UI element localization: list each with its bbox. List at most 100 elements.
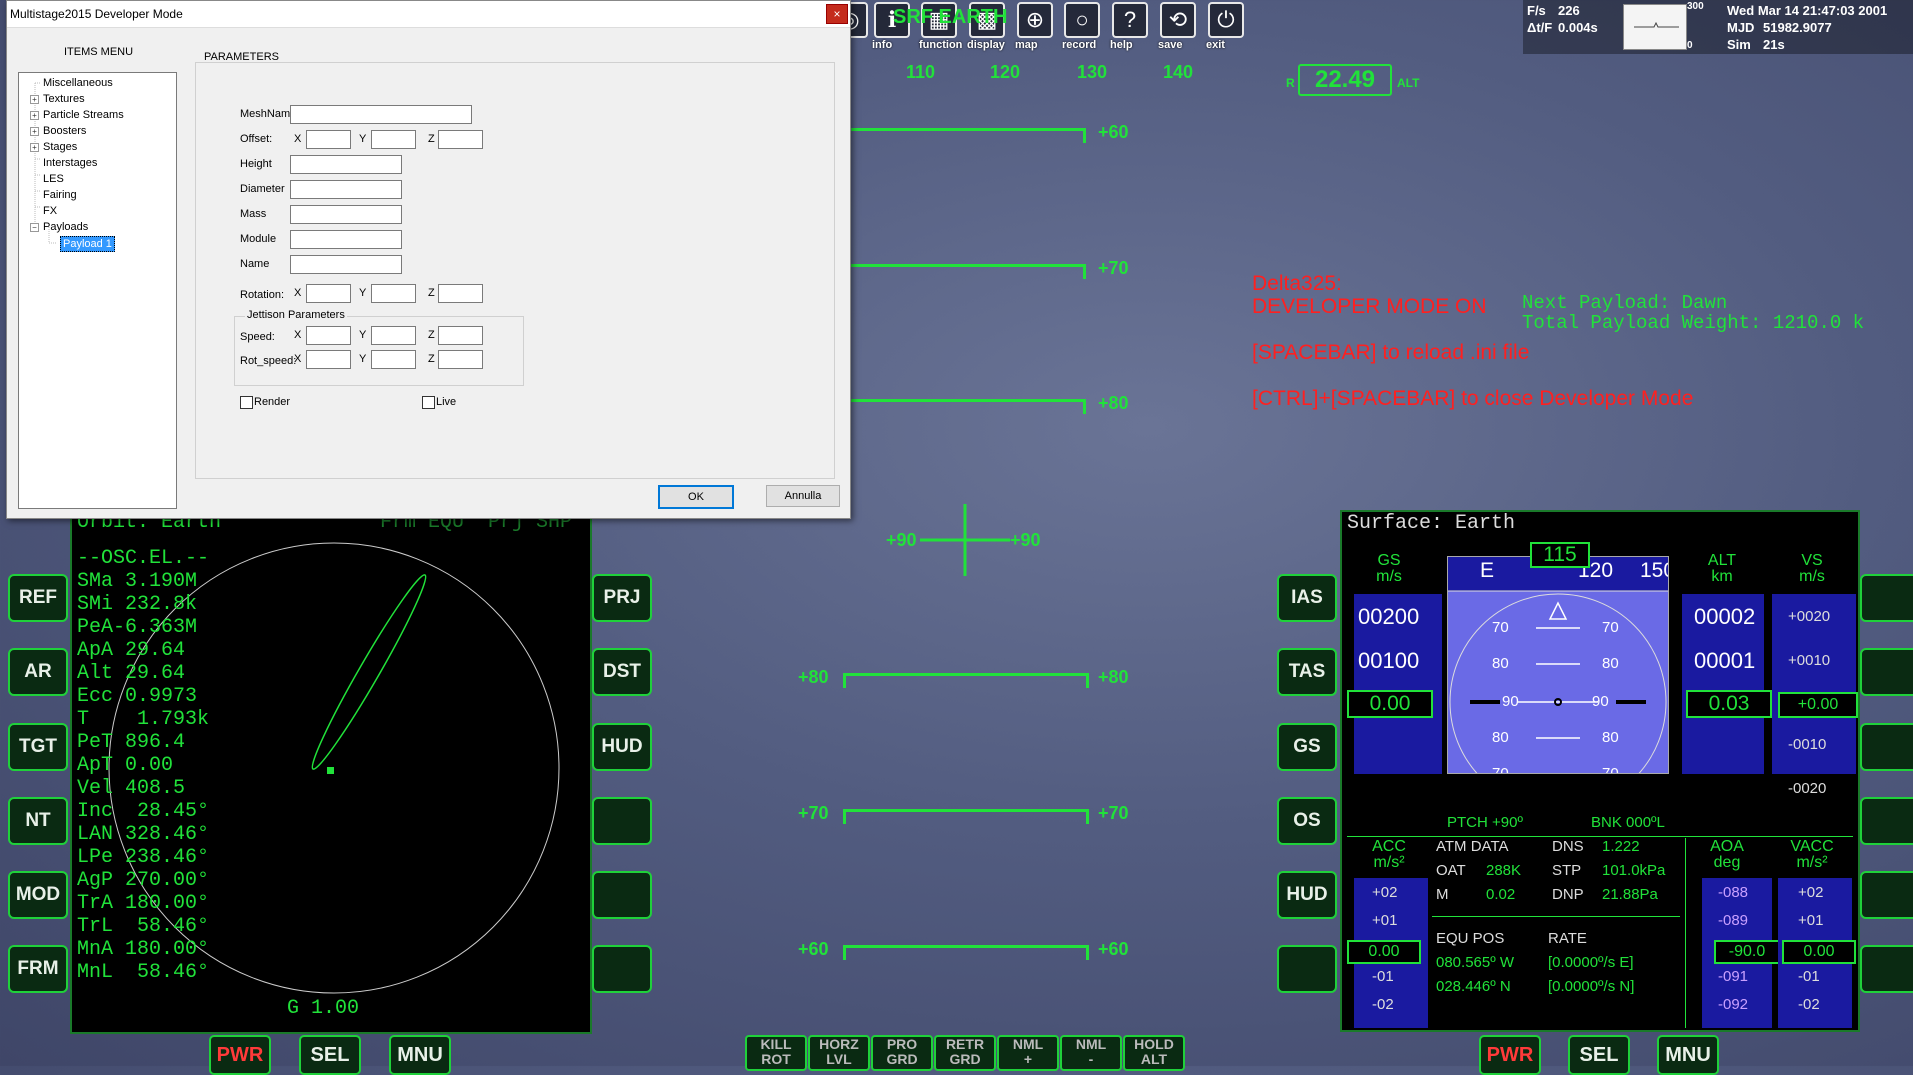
mfd-left-button[interactable]: TGT xyxy=(8,723,68,771)
tree-item-miscellaneous[interactable]: Miscellaneous xyxy=(43,77,113,89)
expand-icon[interactable]: + xyxy=(30,111,39,120)
orbit-footer: G 1.00 xyxy=(287,997,360,1020)
collapse-icon[interactable]: − xyxy=(30,223,39,232)
surface-mfd-display: Surface: Earth GS m/s 00200 00100 0.00 E… xyxy=(1340,510,1860,1032)
mass-label: Mass xyxy=(240,208,267,220)
rot-speed-y-input[interactable] xyxy=(371,350,416,369)
acc-value: 0.00 xyxy=(1347,940,1421,964)
mfd-right-button[interactable] xyxy=(1860,797,1913,845)
mfd-right-button[interactable]: HUD xyxy=(592,723,652,771)
diameter-input[interactable] xyxy=(290,180,402,199)
mfd-left-button[interactable]: FRM xyxy=(8,945,68,993)
mfd-left-button[interactable]: REF xyxy=(8,574,68,622)
live-checkbox[interactable] xyxy=(422,396,435,409)
mfd-menu-button[interactable]: MNU xyxy=(1657,1035,1719,1075)
height-input[interactable] xyxy=(290,155,402,174)
axis-z-label: Z xyxy=(428,287,435,299)
tree-item-fairing[interactable]: Fairing xyxy=(43,189,77,201)
mfd-left-button[interactable]: GS xyxy=(1277,723,1337,771)
vacc-tick: +02 xyxy=(1798,884,1824,901)
rotation-y-input[interactable] xyxy=(371,284,416,303)
expand-icon[interactable]: + xyxy=(30,95,39,104)
mjd-label: MJD xyxy=(1727,20,1755,35)
tree-item-particle-streams[interactable]: Particle Streams xyxy=(43,109,124,121)
tree-item-payload-1[interactable]: Payload 1 xyxy=(60,236,115,252)
module-input[interactable] xyxy=(290,230,402,249)
mfd-left-button[interactable]: HUD xyxy=(1277,871,1337,919)
rotation-z-input[interactable] xyxy=(438,284,483,303)
meshname-input[interactable] xyxy=(290,105,472,124)
reload-hint: [SPACEBAR] to reload .ini file xyxy=(1252,341,1530,364)
mfd-right-button[interactable] xyxy=(592,871,652,919)
live-label: Live xyxy=(436,396,457,408)
mfd-right-button[interactable] xyxy=(592,945,652,993)
mfd-left-button[interactable]: MOD xyxy=(8,871,68,919)
tree-item-fx[interactable]: FX xyxy=(43,205,57,217)
mfd-right-button[interactable] xyxy=(1860,648,1913,696)
mfd-select-button[interactable]: SEL xyxy=(299,1035,361,1075)
tree-item-stages[interactable]: Stages xyxy=(43,141,77,153)
mfd-left-button[interactable]: AR xyxy=(8,648,68,696)
attitude-graphics xyxy=(1448,590,1668,773)
divider xyxy=(1347,836,1853,837)
speed-z-input[interactable] xyxy=(438,326,483,345)
record-button[interactable]: ○ record xyxy=(1062,2,1102,51)
mass-input[interactable] xyxy=(290,205,402,224)
dialog-title-bar[interactable]: Multistage2015 Developer Mode × xyxy=(7,1,850,28)
render-checkbox[interactable] xyxy=(240,396,253,409)
mfd-power-button[interactable]: PWR xyxy=(1479,1035,1541,1075)
mfd-right-button[interactable]: PRJ xyxy=(592,574,652,622)
offset-z-input[interactable] xyxy=(438,130,483,149)
speed-x-input[interactable] xyxy=(306,326,351,345)
equ-pos-label: EQU POS xyxy=(1436,930,1505,947)
tree-item-textures[interactable]: Textures xyxy=(43,93,85,105)
expand-icon[interactable]: + xyxy=(30,143,39,152)
pitch-label: 70 xyxy=(1492,765,1509,774)
mfd-right-button[interactable] xyxy=(1860,945,1913,993)
help-button[interactable]: ? help xyxy=(1110,2,1150,51)
mfd-right-button[interactable] xyxy=(1860,574,1913,622)
expand-icon[interactable]: + xyxy=(30,127,39,136)
hud-alt-label: ALT xyxy=(1397,76,1420,90)
mfd-right-button[interactable] xyxy=(1860,871,1913,919)
mfd-right-button[interactable]: DST xyxy=(592,648,652,696)
dns-label: DNS xyxy=(1552,838,1584,855)
acc-tick: +02 xyxy=(1372,884,1398,901)
save-button[interactable]: ⟲ save xyxy=(1158,2,1198,51)
close-icon[interactable]: × xyxy=(826,4,848,24)
ok-button[interactable]: OK xyxy=(658,485,734,509)
tree-item-interstages[interactable]: Interstages xyxy=(43,157,97,169)
mfd-left-button[interactable] xyxy=(1277,945,1337,993)
hud-heading: 140 xyxy=(1163,62,1194,82)
gs-value: 0.00 xyxy=(1347,690,1433,718)
cancel-button[interactable]: Annulla xyxy=(766,485,840,507)
mfd-right-button[interactable] xyxy=(592,797,652,845)
exit-button[interactable]: ⏻ exit xyxy=(1206,2,1246,51)
tree-item-les[interactable]: LES xyxy=(43,173,64,185)
tree-item-boosters[interactable]: Boosters xyxy=(43,125,86,137)
mfd-left-button[interactable]: OS xyxy=(1277,797,1337,845)
mfd-left-button[interactable]: TAS xyxy=(1277,648,1337,696)
offset-x-input[interactable] xyxy=(306,130,351,149)
name-input[interactable] xyxy=(290,255,402,274)
graph-max: 300 xyxy=(1687,1,1704,12)
rot-speed-x-input[interactable] xyxy=(306,350,351,369)
mfd-menu-button[interactable]: MNU xyxy=(389,1035,451,1075)
orbit-element: SMa 3.190M xyxy=(77,570,198,593)
pitch-ladder-bar xyxy=(843,264,1086,279)
zenith-crosshair-icon xyxy=(920,504,1010,576)
speed-y-input[interactable] xyxy=(371,326,416,345)
tree-item-payloads[interactable]: Payloads xyxy=(43,221,88,233)
map-button[interactable]: ⊕ map xyxy=(1015,2,1055,51)
mjd-value: 51982.9077 xyxy=(1763,20,1832,35)
stp-value: 101.0kPa xyxy=(1602,862,1666,879)
mfd-left-button[interactable]: NT xyxy=(8,797,68,845)
rot-speed-z-input[interactable] xyxy=(438,350,483,369)
mfd-select-button[interactable]: SEL xyxy=(1568,1035,1630,1075)
rotation-x-input[interactable] xyxy=(306,284,351,303)
mfd-right-button[interactable] xyxy=(1860,723,1913,771)
mfd-left-button[interactable]: IAS xyxy=(1277,574,1337,622)
mfd-power-button[interactable]: PWR xyxy=(209,1035,271,1075)
offset-y-input[interactable] xyxy=(371,130,416,149)
jettison-label: Jettison Parameters xyxy=(245,309,347,321)
